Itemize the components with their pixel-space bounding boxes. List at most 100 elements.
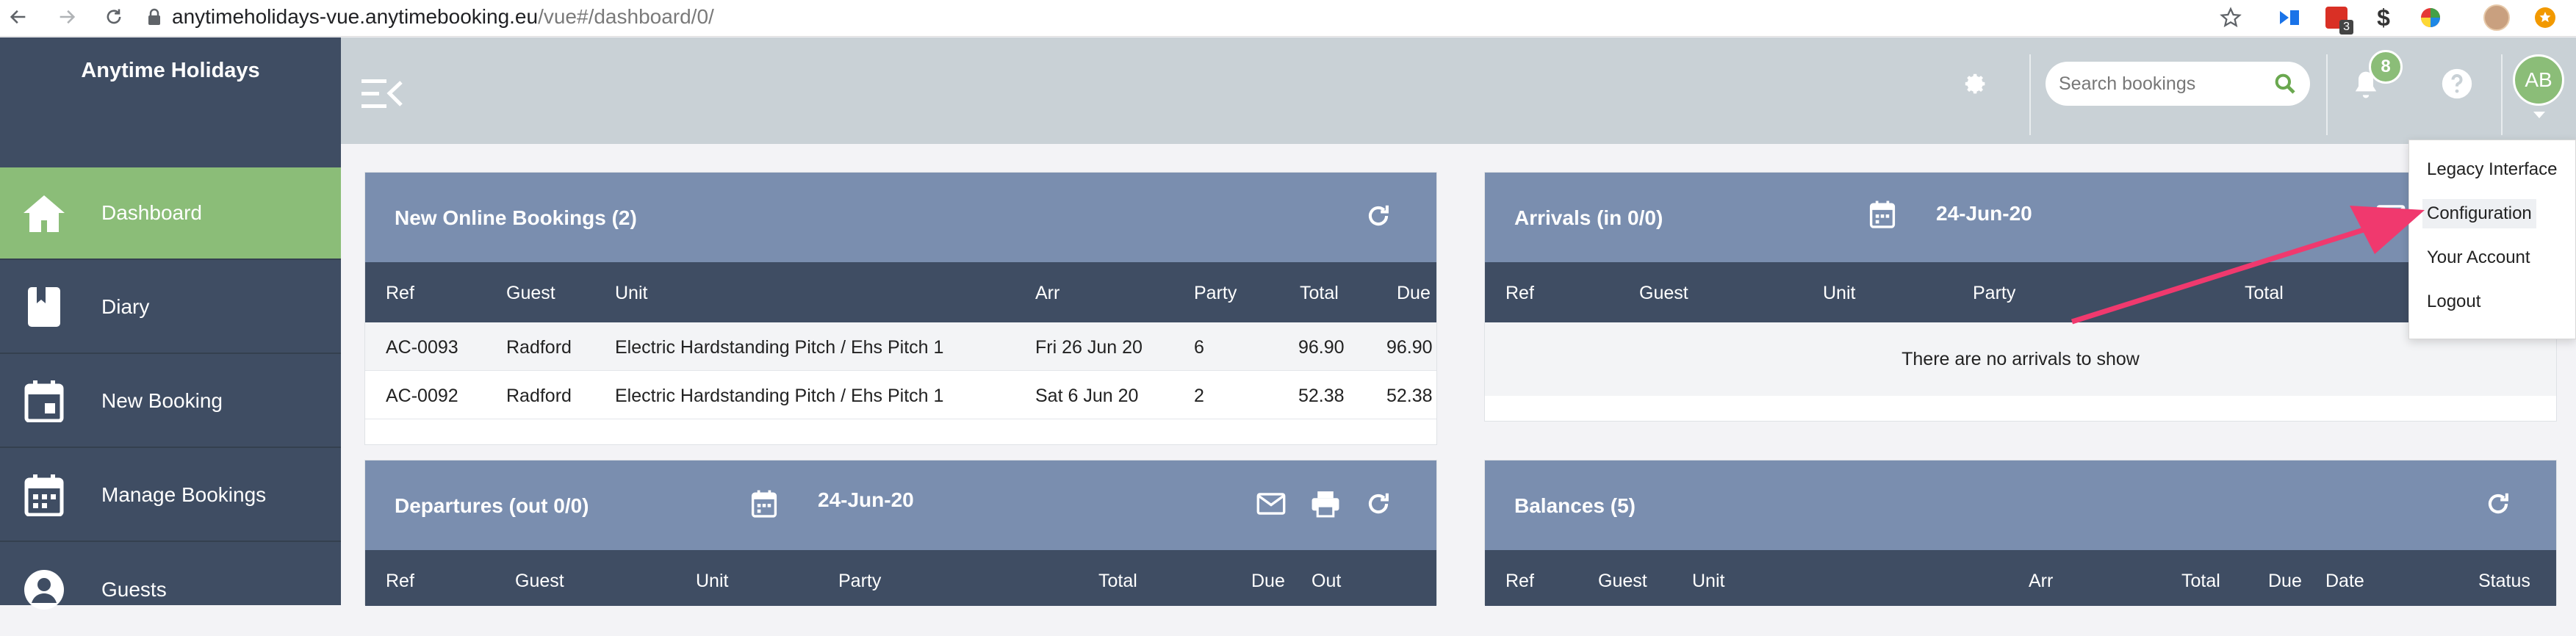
cell-unit: Electric Hardstanding Pitch / Ehs Pitch … (615, 337, 944, 358)
sidebar-item-label: Dashboard (101, 201, 202, 224)
cell-party: 6 (1194, 337, 1204, 358)
calendar-icon (1869, 200, 1896, 228)
extension-badge: 3 (2339, 20, 2353, 35)
table-row[interactable]: AC-0093 Radford Electric Hardstanding Pi… (365, 322, 1436, 371)
column-header[interactable]: Unit (1692, 571, 1724, 592)
print-button[interactable] (1309, 487, 1342, 521)
date-picker-button[interactable] (747, 487, 781, 521)
column-header[interactable]: Party (838, 571, 881, 592)
cell-arr: Fri 26 Jun 20 (1035, 337, 1143, 358)
column-header[interactable]: Guest (515, 571, 564, 592)
help-icon (2442, 68, 2472, 99)
sidebar-item-guests[interactable]: Guests (0, 543, 341, 636)
panel-header: Balances (5) (1485, 460, 2556, 550)
column-header[interactable]: Ref (1505, 283, 1534, 304)
browser-toolbar: anytimeholidays-vue.anytimebooking.eu/vu… (0, 0, 2576, 37)
sidebar-item-new-booking[interactable]: New Booking (0, 355, 341, 448)
help-button[interactable] (2441, 68, 2476, 103)
sidebar-item-diary[interactable]: Diary (0, 261, 341, 354)
printer-icon (1312, 491, 1339, 518)
panel-header: New Online Bookings (2) (365, 173, 1436, 262)
column-header[interactable]: Out (1312, 571, 1341, 592)
extension-button-1[interactable] (2275, 3, 2304, 32)
menu-collapse-icon (361, 79, 403, 108)
address-bar[interactable]: anytimeholidays-vue.anytimebooking.eu/vu… (147, 3, 2248, 31)
extension-button-4[interactable] (2416, 3, 2445, 32)
column-header[interactable]: Ref (386, 571, 414, 592)
column-header[interactable]: Arr (1035, 283, 1059, 304)
cell-unit: Electric Hardstanding Pitch / Ehs Pitch … (615, 386, 944, 406)
sidebar-item-label: Guests (101, 578, 167, 601)
cell-due: 52.38 (1386, 386, 1433, 406)
caret-down-icon (2533, 112, 2545, 118)
reload-icon (107, 9, 121, 24)
collapse-menu-button[interactable] (360, 76, 404, 112)
panel-date[interactable]: 24-Jun-20 (1936, 202, 2032, 225)
column-header[interactable]: Ref (1505, 571, 1534, 592)
panel-date[interactable]: 24-Jun-20 (818, 488, 914, 512)
avatar-dropdown-toggle[interactable] (2532, 110, 2547, 120)
column-header[interactable]: Ref (386, 283, 414, 304)
forward-arrow-icon (60, 10, 76, 24)
date-picker-button[interactable] (1866, 198, 1899, 231)
forward-button[interactable] (54, 4, 79, 29)
reload-button[interactable] (101, 4, 126, 29)
profile-picture[interactable] (2482, 3, 2511, 32)
menu-item-legacy-interface[interactable]: Legacy Interface (2427, 159, 2557, 180)
bookmark-star-button[interactable] (2216, 3, 2245, 32)
menu-item-your-account[interactable]: Your Account (2427, 247, 2530, 268)
column-header[interactable]: Party (1973, 283, 2015, 304)
calendar-icon (751, 490, 777, 518)
sidebar-item-manage-bookings[interactable]: Manage Bookings (0, 449, 341, 542)
back-arrow-icon (10, 10, 26, 24)
email-button[interactable] (1254, 487, 1288, 521)
refresh-button[interactable] (2481, 487, 2515, 521)
column-header[interactable]: Status (2478, 571, 2530, 592)
column-header[interactable]: Guest (506, 283, 555, 304)
sidebar-item-label: Manage Bookings (101, 483, 267, 506)
settings-button[interactable] (1962, 71, 1994, 103)
extension-button-2[interactable]: 3 (2322, 3, 2353, 35)
dollar-extension-icon: $ (2377, 4, 2390, 31)
column-header[interactable]: Due (1397, 283, 1431, 304)
update-button[interactable] (2530, 3, 2560, 32)
column-header[interactable]: Guest (1639, 283, 1688, 304)
user-avatar-button[interactable]: AB (2513, 54, 2564, 106)
column-header[interactable]: Unit (615, 283, 647, 304)
profile-photo-icon (2483, 4, 2510, 31)
search-icon[interactable] (2273, 72, 2297, 95)
column-header[interactable]: Arr (2029, 571, 2053, 592)
column-header[interactable]: Date (2325, 571, 2364, 592)
home-icon (22, 191, 66, 235)
column-header[interactable]: Total (2181, 571, 2220, 592)
gear-icon (1965, 73, 1985, 94)
menu-item-configuration[interactable]: Configuration (2422, 199, 2536, 228)
panel-title: Arrivals (in 0/0) (1514, 206, 1663, 229)
color-wheel-icon (2421, 8, 2440, 27)
table-header: Ref Guest Unit Party Total Due Out (365, 550, 1436, 606)
column-header[interactable]: Total (1098, 571, 1137, 592)
search-input[interactable]: Search bookings (2046, 62, 2310, 106)
column-header[interactable]: Unit (696, 571, 728, 592)
panel-header: Departures (out 0/0) 24-Jun-20 (365, 460, 1436, 550)
sidebar-item-dashboard[interactable]: Dashboard (0, 167, 341, 260)
calendar-grid-icon (22, 473, 66, 517)
sidebar-item-label: New Booking (101, 389, 223, 412)
app-brand: Anytime Holidays (81, 58, 260, 82)
cell-arr: Sat 6 Jun 20 (1035, 386, 1139, 406)
extension-button-3[interactable]: $ (2369, 3, 2398, 32)
column-header[interactable]: Total (1300, 283, 1339, 304)
topbar-divider (2501, 54, 2503, 135)
departures-panel: Departures (out 0/0) 24-Jun-20 Ref Guest… (364, 460, 1437, 606)
refresh-button[interactable] (1361, 199, 1395, 233)
orange-update-icon (2535, 7, 2555, 28)
column-header[interactable]: Due (2268, 571, 2302, 592)
refresh-button[interactable] (1361, 487, 1395, 521)
column-header[interactable]: Guest (1598, 571, 1647, 592)
column-header[interactable]: Party (1194, 283, 1237, 304)
calendar-icon (22, 379, 66, 423)
column-header[interactable]: Due (1251, 571, 1285, 592)
table-row[interactable]: AC-0092 Radford Electric Hardstanding Pi… (365, 371, 1436, 419)
back-button[interactable] (6, 4, 31, 29)
column-header[interactable]: Unit (1823, 283, 1855, 304)
